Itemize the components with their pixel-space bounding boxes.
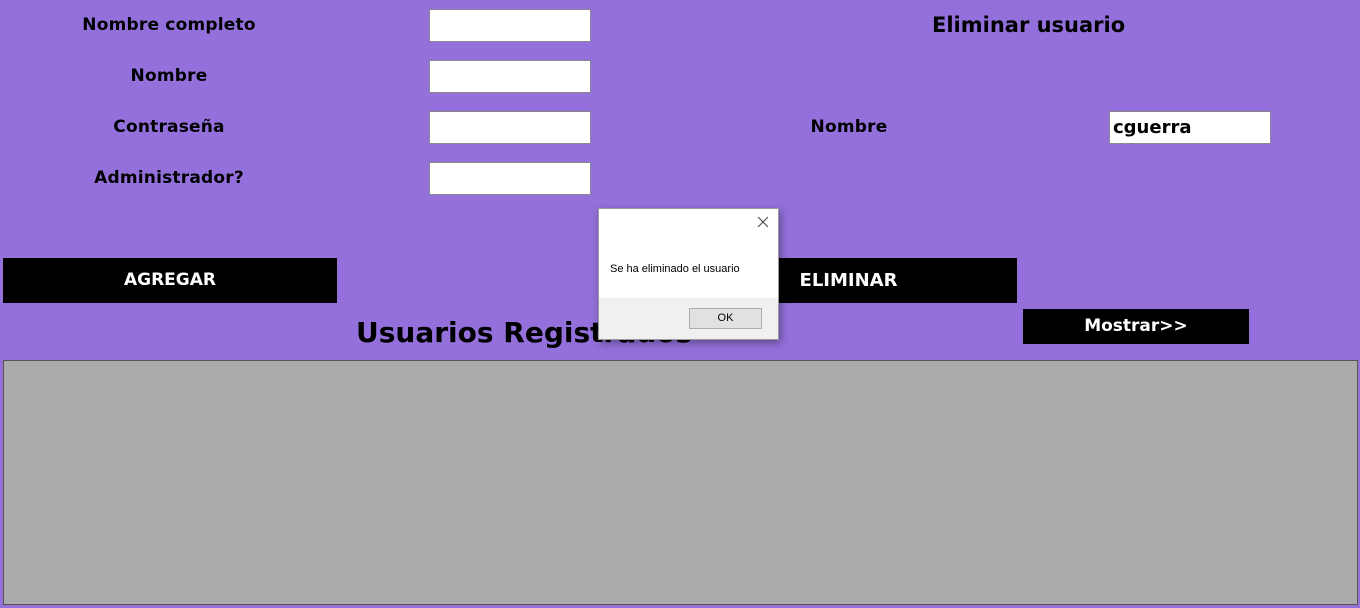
add-button[interactable]: AGREGAR bbox=[3, 258, 337, 303]
password-label: Contraseña bbox=[113, 117, 225, 137]
message-dialog: Se ha eliminado el usuario OK bbox=[598, 208, 779, 340]
dialog-message: Se ha eliminado el usuario bbox=[610, 263, 740, 275]
users-table[interactable] bbox=[3, 360, 1358, 605]
admin-label: Administrador? bbox=[94, 168, 244, 188]
username-input[interactable] bbox=[429, 60, 591, 93]
delete-username-input[interactable] bbox=[1109, 111, 1271, 144]
show-button[interactable]: Mostrar>> bbox=[1023, 309, 1249, 344]
admin-input[interactable] bbox=[429, 162, 591, 195]
close-icon[interactable] bbox=[756, 215, 770, 229]
ok-button[interactable]: OK bbox=[689, 308, 762, 329]
dialog-footer: OK bbox=[599, 298, 778, 339]
delete-user-title: Eliminar usuario bbox=[932, 13, 1126, 37]
password-input[interactable] bbox=[429, 111, 591, 144]
username-label: Nombre bbox=[130, 66, 208, 86]
full-name-label: Nombre completo bbox=[82, 15, 256, 35]
full-name-input[interactable] bbox=[429, 9, 591, 42]
delete-username-label: Nombre bbox=[810, 117, 888, 137]
